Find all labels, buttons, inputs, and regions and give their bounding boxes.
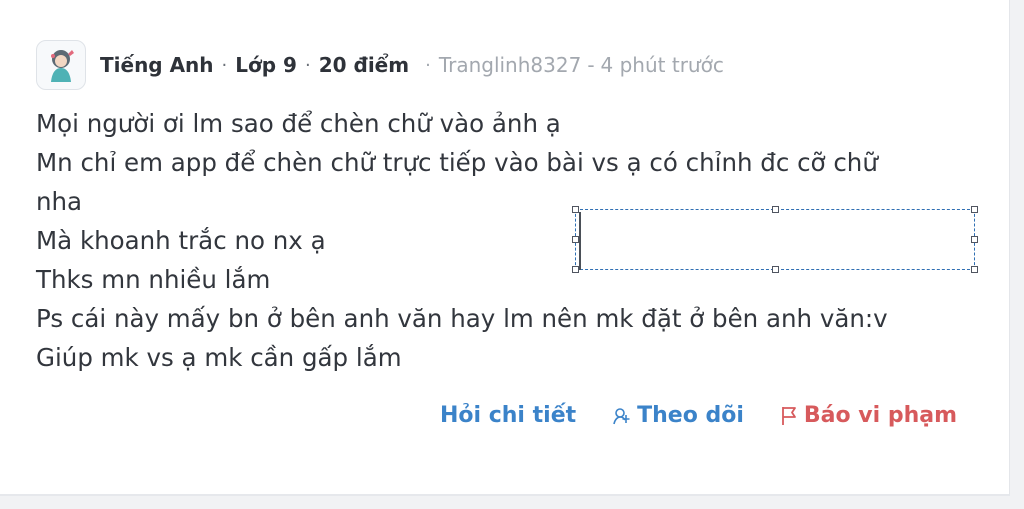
meta-separator: · bbox=[221, 54, 228, 76]
flag-icon bbox=[782, 406, 796, 425]
question-header: Tiếng Anh · Lớp 9 · 20 điểm · Tranglinh8… bbox=[36, 38, 724, 92]
resize-handle-top-right[interactable] bbox=[971, 206, 978, 213]
meta-separator: · bbox=[304, 54, 311, 76]
points-label: 20 điểm bbox=[318, 53, 410, 77]
text-box-selection[interactable] bbox=[572, 206, 978, 273]
question-line: Ps cái này mấy bn ở bên anh văn hay lm n… bbox=[36, 304, 888, 333]
resize-handle-left[interactable] bbox=[572, 236, 579, 243]
question-line: Giúp mk vs ạ mk cần gấp lắm bbox=[36, 343, 402, 372]
meta-separator: · bbox=[425, 54, 431, 76]
subject-avatar-icon bbox=[51, 50, 74, 82]
resize-handle-bottom-left[interactable] bbox=[572, 266, 579, 273]
resize-handle-top-left[interactable] bbox=[572, 206, 579, 213]
resize-handle-top[interactable] bbox=[772, 206, 779, 213]
question-card: Tiếng Anh · Lớp 9 · 20 điểm · Tranglinh8… bbox=[0, 0, 1010, 496]
text-caret bbox=[579, 212, 581, 270]
report-label: Báo vi phạm bbox=[803, 403, 958, 428]
question-actions: Hỏi chi tiết Theo dõi Báo vi phạm bbox=[440, 403, 957, 428]
resize-handle-bottom[interactable] bbox=[772, 266, 779, 273]
resize-handle-bottom-right[interactable] bbox=[971, 266, 978, 273]
author-name[interactable]: Tranglinh8327 bbox=[439, 53, 582, 77]
grade-label[interactable]: Lớp 9 bbox=[235, 53, 297, 77]
follow-label: Theo dõi bbox=[637, 403, 744, 428]
follow-icon bbox=[613, 407, 630, 424]
subject-label[interactable]: Tiếng Anh bbox=[100, 53, 214, 77]
follow-button[interactable]: Theo dõi bbox=[612, 403, 744, 428]
ask-detail-button[interactable]: Hỏi chi tiết bbox=[440, 403, 576, 428]
post-time: 4 phút trước bbox=[600, 53, 724, 77]
report-button[interactable]: Báo vi phạm bbox=[780, 403, 957, 428]
question-line: Mọi người ơi lm sao để chèn chữ vào ảnh … bbox=[36, 109, 561, 138]
subject-avatar[interactable] bbox=[36, 40, 86, 90]
resize-handle-right[interactable] bbox=[971, 236, 978, 243]
question-line: Mn chỉ em app để chèn chữ trực tiếp vào … bbox=[36, 148, 878, 177]
ask-detail-label: Hỏi chi tiết bbox=[440, 403, 577, 428]
time-separator: - bbox=[587, 53, 595, 77]
